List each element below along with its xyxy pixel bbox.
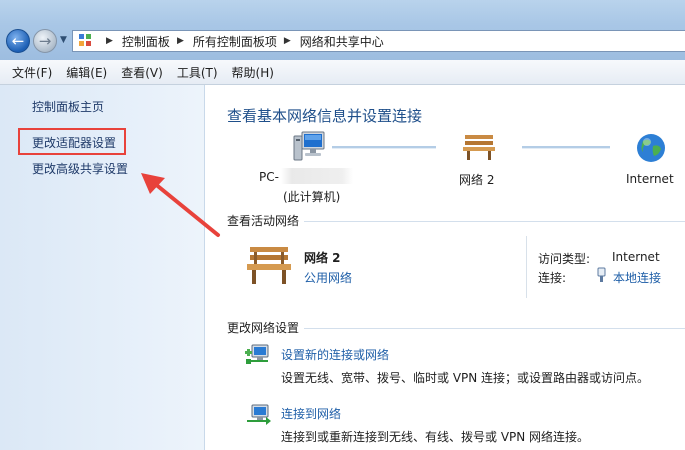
menu-tools[interactable]: 工具(T) — [171, 64, 224, 81]
recent-pages-dropdown[interactable]: ▼ — [60, 35, 67, 45]
annotation-arrow-icon — [141, 173, 220, 237]
map-connection-line — [522, 146, 610, 149]
menu-bar: 文件(F) 编辑(E) 查看(V) 工具(T) 帮助(H) — [0, 60, 685, 85]
map-connection-line — [332, 146, 436, 149]
internet-node-label[interactable]: Internet — [626, 172, 674, 186]
connect-to-network-desc: 连接到或重新连接到无线、有线、拨号或 VPN 网络连接。 — [281, 430, 590, 444]
bench-icon — [463, 135, 495, 160]
change-adapter-settings-link[interactable]: 更改适配器设置 — [32, 134, 116, 151]
computer-icon — [293, 131, 325, 161]
breadcrumb-separator-icon[interactable]: ▶ — [177, 36, 184, 46]
menu-edit[interactable]: 编辑(E) — [60, 64, 113, 81]
breadcrumb-separator-icon[interactable]: ▶ — [106, 36, 113, 46]
network-node-label[interactable]: 网络 2 — [459, 171, 494, 188]
page-title: 查看基本网络信息并设置连接 — [227, 107, 423, 125]
task-pane: 控制面板主页 更改适配器设置 更改高级共享设置 — [0, 85, 205, 450]
access-type-value: Internet — [612, 250, 660, 264]
computer-sub-label: (此计算机) — [283, 190, 341, 204]
back-arrow-icon: ← — [11, 32, 25, 50]
setup-connection-icon — [245, 344, 269, 364]
access-type-label: 访问类型: — [538, 252, 591, 266]
breadcrumb-control-panel[interactable]: 控制面板 — [122, 33, 170, 50]
internet-globe-icon — [637, 134, 665, 162]
control-panel-home-link[interactable]: 控制面板主页 — [32, 98, 104, 115]
change-settings-header: 更改网络设置 — [227, 321, 300, 335]
computer-name-label: PC- — [259, 170, 279, 184]
active-network-name: 网络 2 — [304, 251, 341, 265]
section-divider — [304, 221, 685, 222]
window-toolbar: ← → ▼ ▶ 控制面板 ▶ 所有控制面板项 ▶ 网络和共享中心 — [0, 0, 685, 60]
back-button[interactable]: ← — [6, 29, 30, 53]
ethernet-plug-icon — [597, 267, 606, 282]
forward-button[interactable]: → — [33, 29, 57, 53]
connection-label: 连接: — [538, 271, 567, 285]
control-panel-icon — [79, 34, 93, 48]
forward-arrow-icon: → — [38, 32, 52, 50]
local-connection-link[interactable]: 本地连接 — [613, 269, 661, 286]
breadcrumb-separator-icon[interactable]: ▶ — [284, 36, 291, 46]
menu-view[interactable]: 查看(V) — [115, 64, 169, 81]
setup-new-connection-desc: 设置无线、宽带、拨号、临时或 VPN 连接；或设置路由器或访问点。 — [281, 371, 650, 385]
address-bar[interactable]: ▶ 控制面板 ▶ 所有控制面板项 ▶ 网络和共享中心 — [72, 30, 685, 52]
menu-help[interactable]: 帮助(H) — [226, 64, 280, 81]
menu-file[interactable]: 文件(F) — [6, 64, 58, 81]
connect-network-icon — [247, 404, 271, 425]
active-networks-header: 查看活动网络 — [227, 214, 300, 228]
setup-new-connection-link[interactable]: 设置新的连接或网络 — [281, 346, 389, 363]
breadcrumb-network-center[interactable]: 网络和共享中心 — [300, 33, 384, 50]
breadcrumb-all-items[interactable]: 所有控制面板项 — [193, 33, 277, 50]
public-network-bench-icon — [247, 247, 291, 284]
connect-to-network-link[interactable]: 连接到网络 — [281, 405, 341, 422]
redaction-mask — [281, 168, 353, 184]
section-divider — [304, 328, 685, 329]
network-category-link[interactable]: 公用网络 — [304, 269, 352, 286]
vertical-divider — [526, 236, 527, 298]
change-advanced-sharing-link[interactable]: 更改高级共享设置 — [32, 160, 128, 177]
